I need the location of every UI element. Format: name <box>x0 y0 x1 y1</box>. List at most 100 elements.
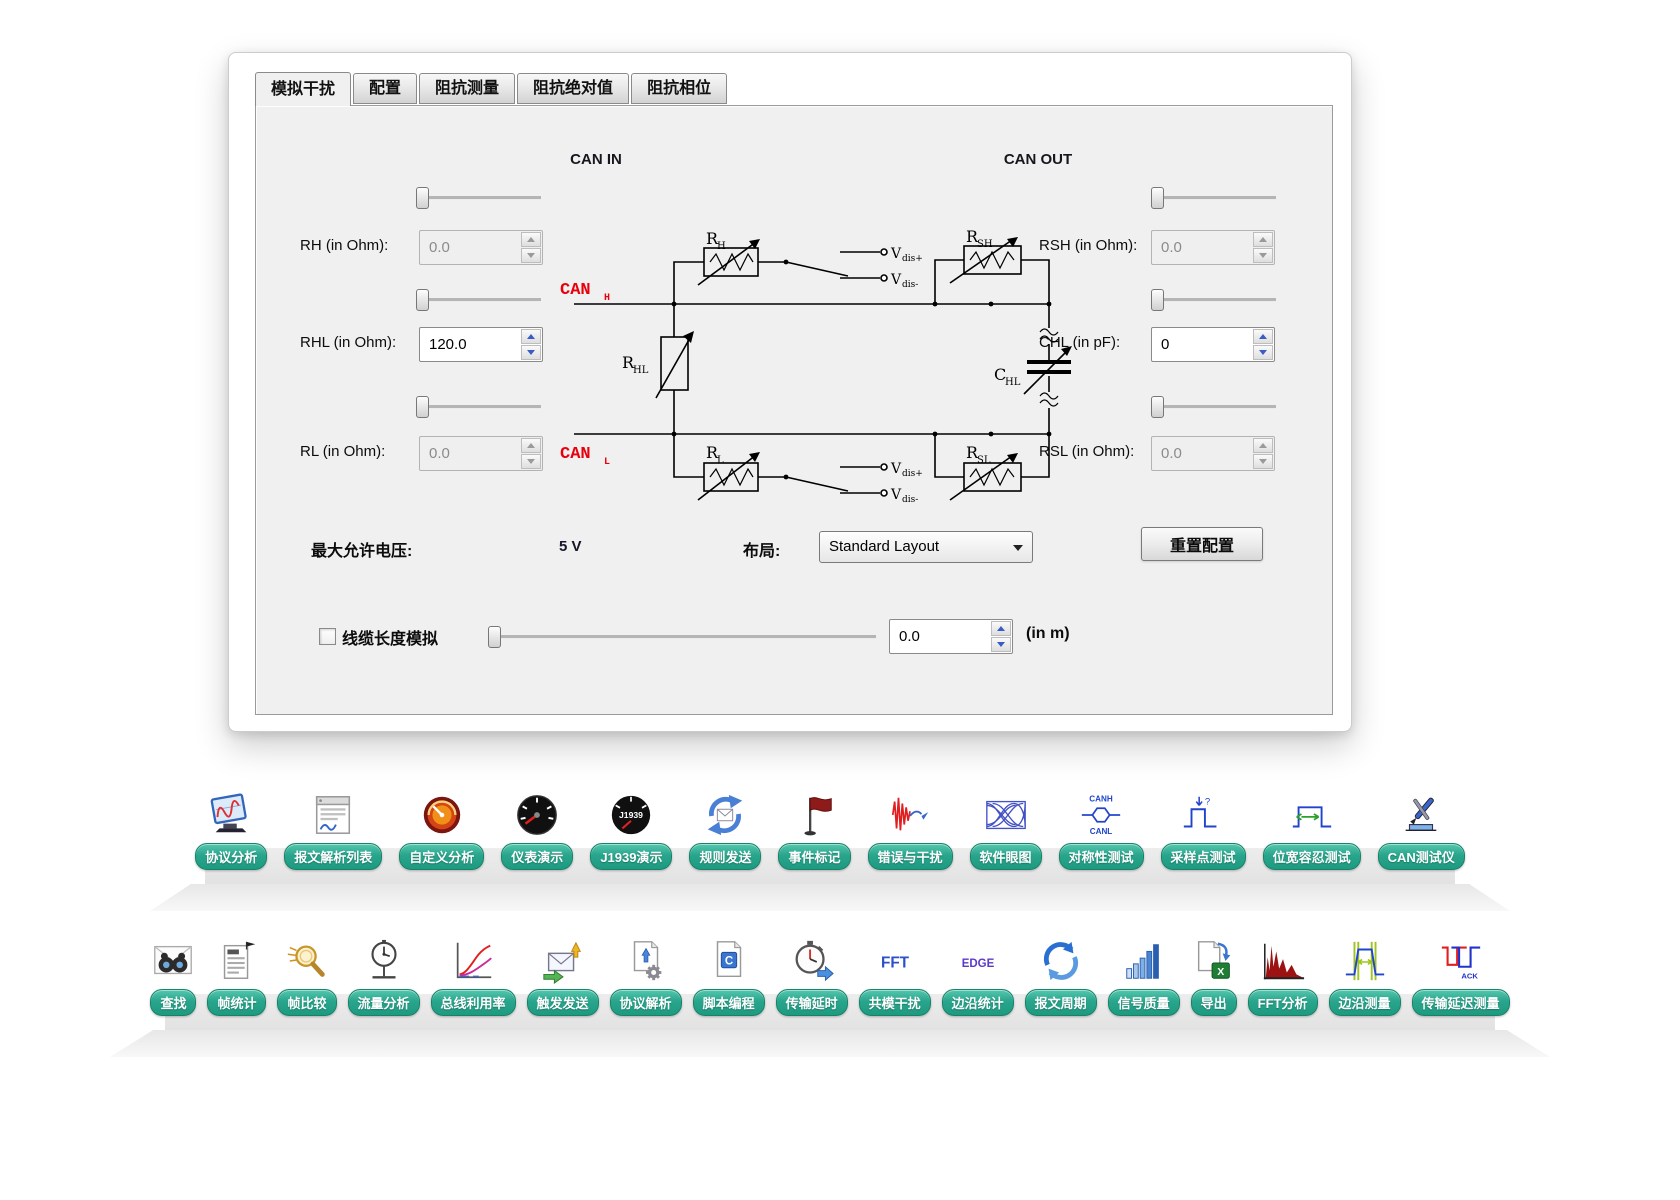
app-label[interactable]: 帧统计 <box>207 989 266 1016</box>
slider-thumb[interactable] <box>488 626 501 648</box>
cable-length-value[interactable]: 0.0 <box>899 620 920 653</box>
app-label[interactable]: 对称性测试 <box>1059 843 1144 870</box>
edge-measurement-icon[interactable] <box>1342 938 1388 984</box>
trigger-send-icon[interactable] <box>540 938 586 984</box>
slider-thumb[interactable] <box>416 396 429 418</box>
app-label[interactable]: 边沿测量 <box>1329 989 1401 1016</box>
app-label[interactable]: FFT分析 <box>1248 989 1318 1016</box>
rhl-slider[interactable] <box>416 289 541 309</box>
slider-track[interactable] <box>1151 405 1276 409</box>
rsl-up-button[interactable] <box>1253 438 1273 453</box>
rsl-slider[interactable] <box>1151 396 1276 416</box>
error-interference-icon[interactable] <box>887 792 933 838</box>
message-list-icon[interactable] <box>310 792 356 838</box>
slider-track[interactable] <box>1151 196 1276 200</box>
cable-length-spinbox[interactable]: 0.0 <box>889 619 1013 654</box>
frame-stats-icon[interactable] <box>214 938 260 984</box>
app-trigger-send[interactable]: 触发发送 <box>527 938 599 1016</box>
signal-quality-icon[interactable] <box>1121 938 1167 984</box>
app-label[interactable]: 触发发送 <box>527 989 599 1016</box>
app-custom-analysis[interactable]: 自定义分析 <box>399 792 484 870</box>
export-icon[interactable]: X <box>1191 938 1237 984</box>
fft-icon[interactable]: FFT <box>872 938 918 984</box>
slider-track[interactable] <box>416 298 541 302</box>
custom-analysis-icon[interactable] <box>419 792 465 838</box>
app-label[interactable]: J1939演示 <box>590 843 672 870</box>
app-protocol-analysis[interactable]: 协议分析 <box>195 792 267 870</box>
slider-thumb[interactable] <box>1151 187 1164 209</box>
app-gauge-demo[interactable]: 仪表演示 <box>501 792 573 870</box>
script-programming-icon[interactable]: C <box>706 938 752 984</box>
cable-up-button[interactable] <box>991 621 1011 636</box>
cable-length-slider[interactable] <box>488 626 876 646</box>
app-message-list[interactable]: 报文解析列表 <box>284 792 382 870</box>
app-bus-utilization[interactable]: 总线利用率 <box>431 938 516 1016</box>
chl-spinbox[interactable]: 0 <box>1151 327 1275 362</box>
app-fft[interactable]: FFT共模干扰 <box>859 938 931 1016</box>
edge-icon[interactable]: EDGE <box>955 938 1001 984</box>
slider-thumb[interactable] <box>1151 396 1164 418</box>
app-label[interactable]: 位宽容忍测试 <box>1263 843 1361 870</box>
app-label[interactable]: 传输延迟测量 <box>1412 989 1510 1016</box>
app-bitwidth-tolerance[interactable]: 位宽容忍测试 <box>1263 792 1361 870</box>
app-traffic-analysis[interactable]: 流量分析 <box>348 938 420 1016</box>
chl-up-button[interactable] <box>1253 329 1273 344</box>
protocol-parse-icon[interactable] <box>623 938 669 984</box>
app-label[interactable]: 协议分析 <box>195 843 267 870</box>
app-label[interactable]: 仪表演示 <box>501 843 573 870</box>
event-flag-icon[interactable] <box>791 792 837 838</box>
chl-value[interactable]: 0 <box>1161 328 1169 361</box>
find-icon[interactable] <box>150 938 196 984</box>
chl-slider[interactable] <box>1151 289 1276 309</box>
app-label[interactable]: 边沿统计 <box>942 989 1014 1016</box>
rl-down-button[interactable] <box>521 454 541 469</box>
rsh-slider[interactable] <box>1151 187 1276 207</box>
rh-up-button[interactable] <box>521 232 541 247</box>
rh-value[interactable]: 0.0 <box>429 231 450 264</box>
app-label[interactable]: 流量分析 <box>348 989 420 1016</box>
app-script-programming[interactable]: C脚本编程 <box>693 938 765 1016</box>
app-label[interactable]: 传输延时 <box>776 989 848 1016</box>
tab-impedance-measure[interactable]: 阻抗测量 <box>419 73 515 104</box>
app-eye-diagram[interactable]: 软件眼图 <box>970 792 1042 870</box>
chl-down-button[interactable] <box>1253 345 1273 360</box>
app-label[interactable]: 报文周期 <box>1025 989 1097 1016</box>
app-event-flag[interactable]: 事件标记 <box>778 792 850 870</box>
app-label[interactable]: 软件眼图 <box>970 843 1042 870</box>
app-label[interactable]: CAN测试仪 <box>1378 843 1465 870</box>
rhl-down-button[interactable] <box>521 345 541 360</box>
delay-measurement-icon[interactable]: ACK <box>1438 938 1484 984</box>
app-label[interactable]: 导出 <box>1191 989 1237 1016</box>
app-protocol-parse[interactable]: 协议解析 <box>610 938 682 1016</box>
tab-impedance-absolute[interactable]: 阻抗绝对值 <box>517 73 629 104</box>
cable-length-checkbox[interactable] <box>319 628 336 645</box>
bitwidth-tolerance-icon[interactable] <box>1289 792 1335 838</box>
app-edge-measurement[interactable]: 边沿测量 <box>1329 938 1401 1016</box>
fft-analysis-icon[interactable] <box>1260 938 1306 984</box>
rl-value[interactable]: 0.0 <box>429 437 450 470</box>
app-label[interactable]: 总线利用率 <box>431 989 516 1016</box>
rh-slider[interactable] <box>416 187 541 207</box>
slider-track[interactable] <box>488 635 876 639</box>
app-label[interactable]: 帧比较 <box>277 989 336 1016</box>
app-can-tester[interactable]: CAN测试仪 <box>1378 792 1465 870</box>
protocol-analysis-icon[interactable] <box>208 792 254 838</box>
transmission-delay-icon[interactable] <box>789 938 835 984</box>
app-label[interactable]: 自定义分析 <box>399 843 484 870</box>
app-frame-compare[interactable]: 帧比较 <box>277 938 336 1016</box>
message-period-icon[interactable] <box>1038 938 1084 984</box>
rl-spinbox[interactable]: 0.0 <box>419 436 543 471</box>
rsh-up-button[interactable] <box>1253 232 1273 247</box>
can-tester-icon[interactable] <box>1398 792 1444 838</box>
app-frame-stats[interactable]: 帧统计 <box>207 938 266 1016</box>
tab-impedance-phase[interactable]: 阻抗相位 <box>631 73 727 104</box>
sample-point-icon[interactable]: ? <box>1180 792 1226 838</box>
app-label[interactable]: 查找 <box>150 989 196 1016</box>
tab-simulate-interference[interactable]: 模拟干扰 <box>255 72 351 106</box>
rule-send-icon[interactable] <box>702 792 748 838</box>
layout-select[interactable]: Standard Layout <box>819 531 1033 563</box>
app-label[interactable]: 事件标记 <box>778 843 850 870</box>
tab-configuration[interactable]: 配置 <box>353 73 417 104</box>
app-export[interactable]: X 导出 <box>1191 938 1237 1016</box>
eye-diagram-icon[interactable] <box>983 792 1029 838</box>
